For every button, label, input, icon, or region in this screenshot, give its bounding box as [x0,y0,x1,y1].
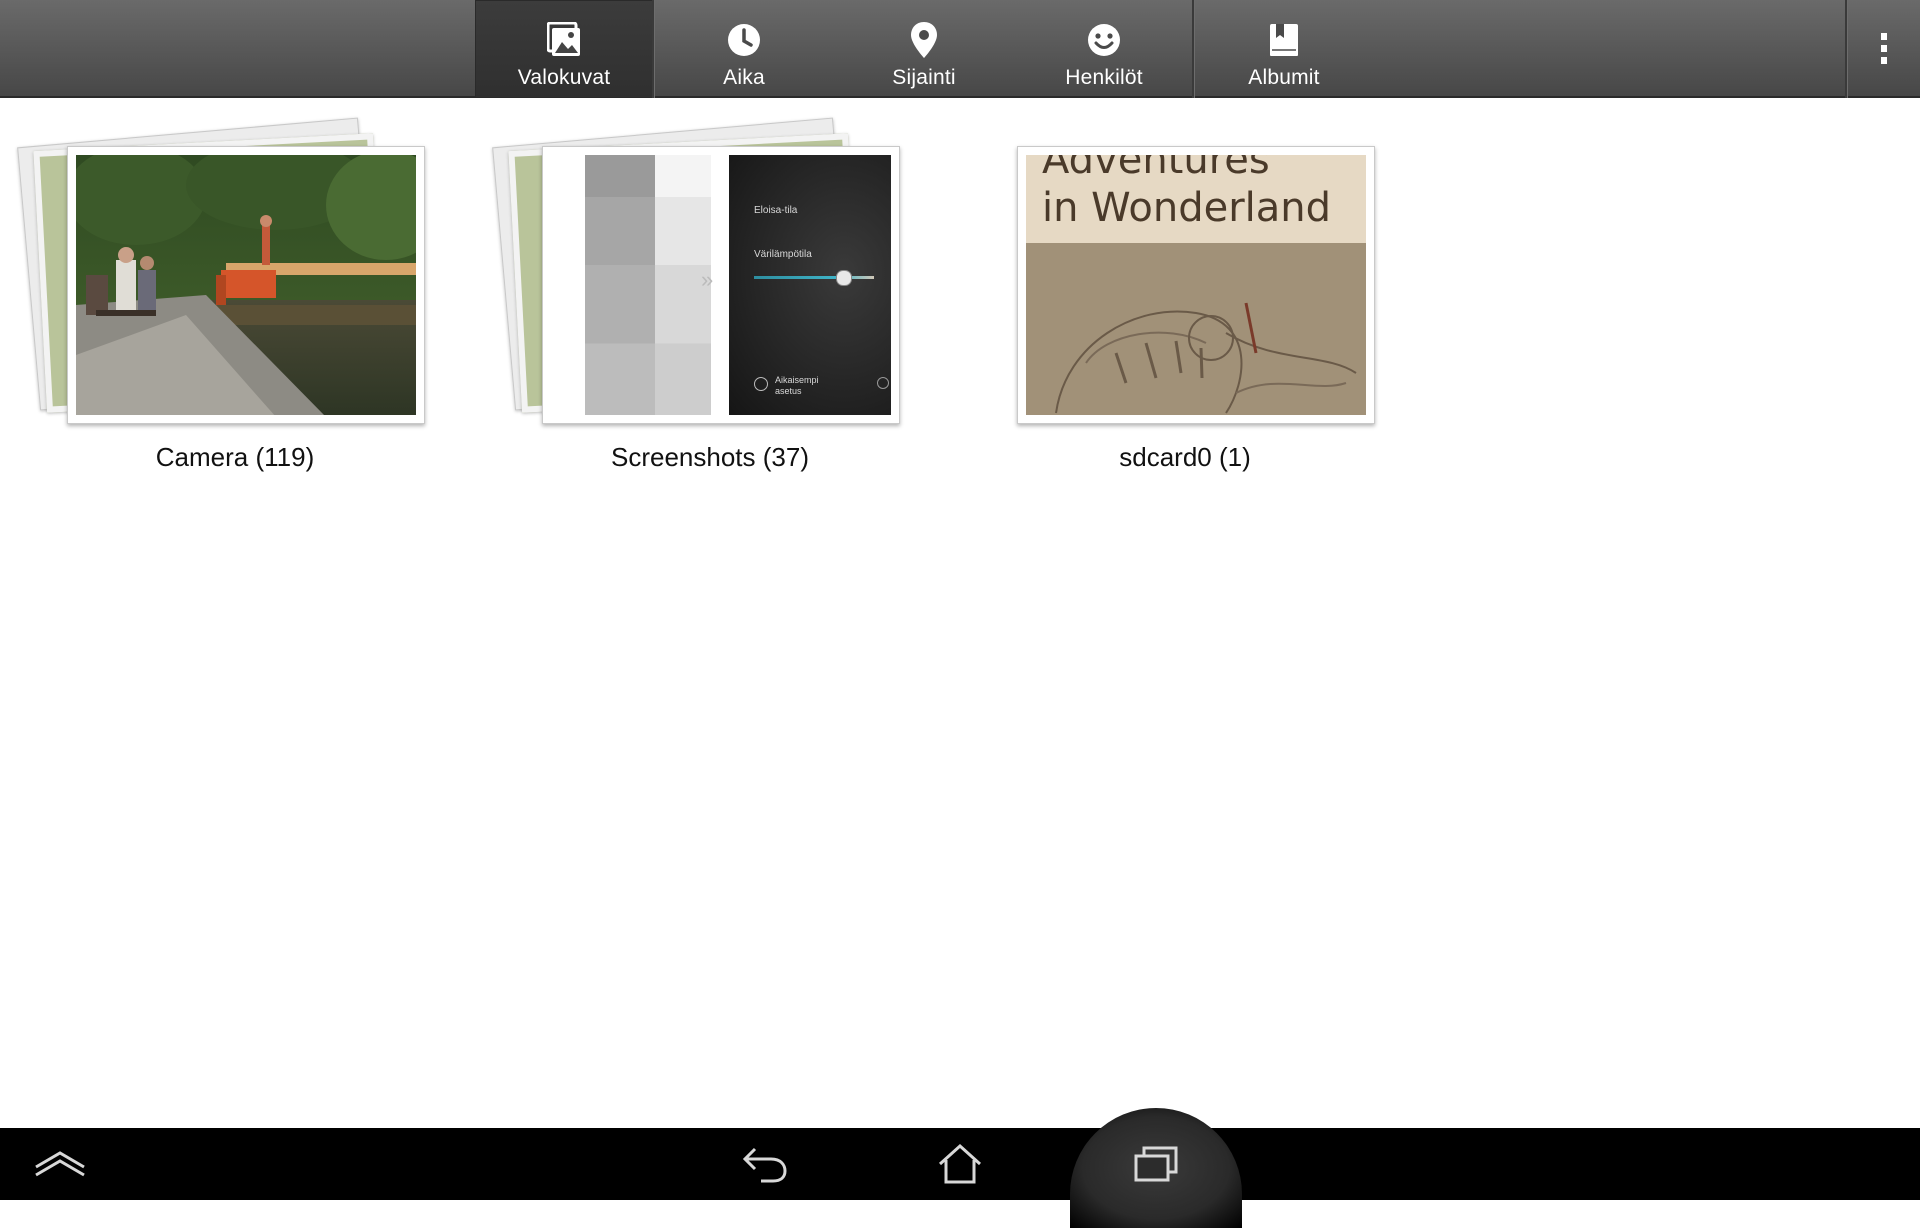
thumb-text: Eloisa-tila [754,205,798,216]
back-button[interactable] [705,1128,825,1200]
photos-icon [547,20,581,60]
overflow-menu-button[interactable] [1847,0,1920,98]
home-button[interactable] [900,1128,1020,1200]
thumb-text: Adventures [1042,155,1270,183]
reset-icon [754,377,768,391]
album-thumbnail: » Eloisa-tila Värilämpötila Aikaisempi a… [542,146,900,424]
clock-icon [726,20,762,60]
tab-label: Aika [723,66,765,89]
tab-label: Albumit [1248,66,1320,89]
slider-thumb [836,270,852,286]
album-title: sdcard0 (1) [1119,442,1251,472]
location-pin-icon [909,20,939,60]
camera-thumbnail-image [76,155,416,415]
recent-apps-button[interactable] [1096,1128,1216,1200]
chevron-up-icon [35,1151,85,1177]
tab-label: Valokuvat [517,66,611,89]
chevron-right-icon: » [701,267,714,292]
tab-photos[interactable]: Valokuvat [475,0,653,98]
recent-apps-icon [1134,1146,1178,1182]
thumb-text: Aikaisempi asetus [775,375,819,396]
album-book-icon [1267,20,1301,60]
smiley-face-icon [1086,20,1122,60]
tab-location[interactable]: Sijainti [835,0,1013,98]
tab-people[interactable]: Henkilöt [1015,0,1193,98]
tab-label: Henkilöt [1065,66,1143,89]
tab-time[interactable]: Aika [655,0,833,98]
album-camera[interactable]: Camera (119) [0,112,425,492]
screenshots-thumbnail-image: » Eloisa-tila Värilämpötila Aikaisempi a… [551,155,891,415]
thumb-text: in Wonderland [1042,185,1332,231]
refresh-icon [877,377,889,389]
expand-button[interactable] [0,1128,120,1200]
tab-albums[interactable]: Albumit [1195,0,1373,98]
album-title: Camera (119) [155,442,315,472]
home-icon [938,1143,982,1184]
album-title: Screenshots (37) [611,442,809,472]
thumb-text: Värilämpötila [754,249,812,260]
action-bar: Valokuvat Aika Sijainti Henkilöt Albumit [0,0,1920,98]
tab-label: Sijainti [892,66,956,89]
album-thumbnail [67,146,425,424]
overflow-menu-icon [1880,33,1887,64]
album-thumbnail: Adventures in Wonderland [1017,146,1375,424]
album-sdcard0[interactable]: Adventures in Wonderland sdcard0 (1) [950,112,1375,492]
sdcard-thumbnail-image: Adventures in Wonderland [1026,155,1366,415]
cat-illustration [1055,302,1357,414]
album-screenshots[interactable]: » Eloisa-tila Värilämpötila Aikaisempi a… [475,112,900,492]
back-arrow-icon [742,1147,787,1183]
gray-swatch-column [585,155,655,415]
settings-panel: Eloisa-tila Värilämpötila Aikaisempi ase… [729,155,891,415]
slider-track [754,276,874,279]
